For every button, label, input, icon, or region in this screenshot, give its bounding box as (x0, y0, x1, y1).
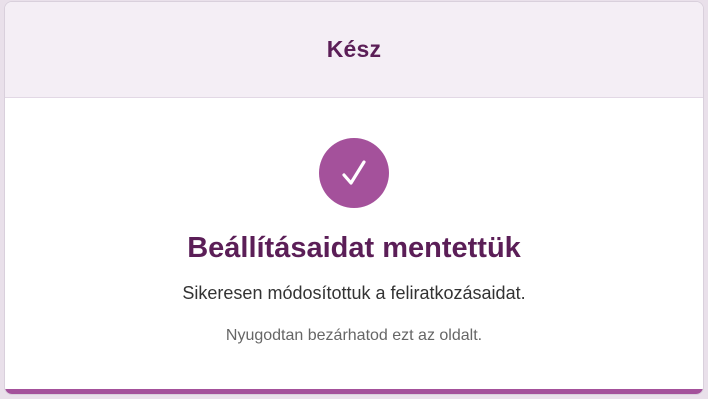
page-title: Kész (326, 36, 382, 62)
confirmation-card: Kész Beállításaidat mentettük Sikeresen … (4, 1, 704, 395)
card-body: Beállításaidat mentettük Sikeresen módos… (5, 98, 703, 347)
card-header: Kész (5, 2, 703, 98)
success-headline: Beállításaidat mentettük (187, 232, 521, 264)
accent-bar (5, 389, 703, 394)
checkmark-icon (337, 156, 371, 190)
success-badge (319, 138, 389, 208)
success-message: Sikeresen módosítottuk a feliratkozásaid… (182, 283, 526, 303)
close-page-note: Nyugodtan bezárhatod ezt az oldalt. (225, 327, 483, 344)
